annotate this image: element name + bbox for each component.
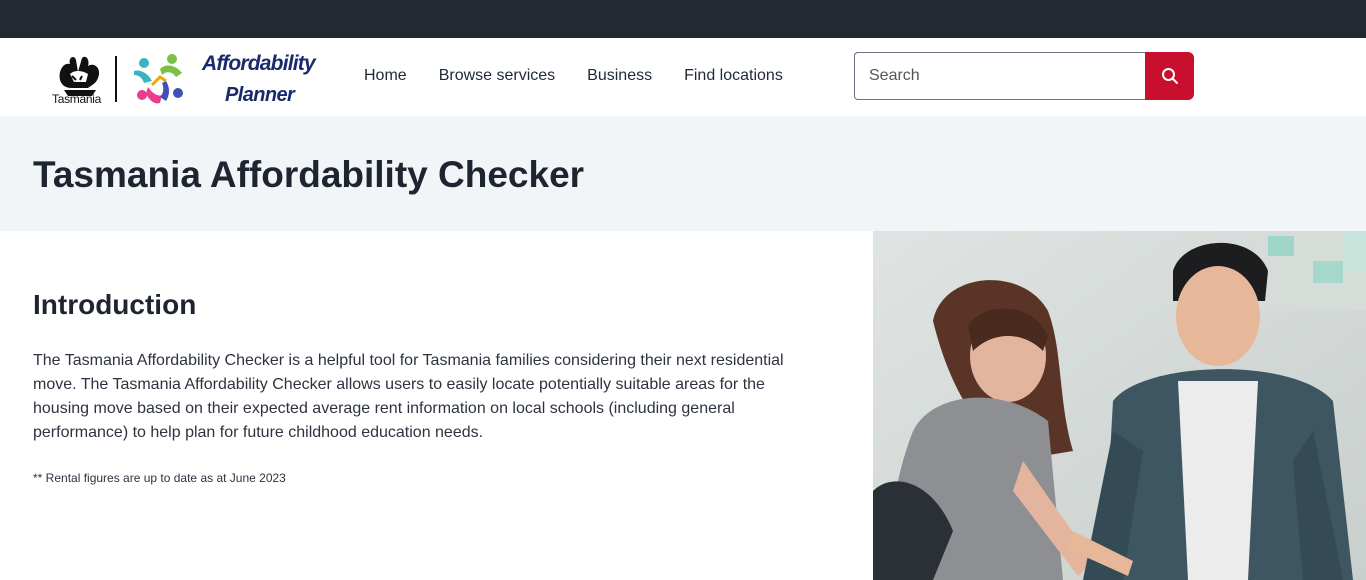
page-title: Tasmania Affordability Checker [33, 154, 585, 195]
search-form [854, 52, 1194, 100]
nav-browse-services[interactable]: Browse services [439, 67, 555, 85]
site-header: Tasmania Affordability Planner Home Brow… [0, 38, 1366, 116]
site-logo[interactable]: Tasmania Affordability Planner [52, 48, 316, 108]
intro-heading: Introduction [33, 289, 197, 320]
search-button[interactable] [1145, 52, 1194, 100]
page-title-band: Tasmania Affordability Checker [0, 116, 1366, 231]
nav-home[interactable]: Home [364, 67, 407, 85]
intro-paragraph: The Tasmania Affordability Checker is a … [33, 352, 784, 441]
hero-photo [873, 231, 1366, 580]
brand-line1: Affordability [202, 52, 316, 75]
people-collaborating-image [873, 231, 1366, 580]
logo-divider [115, 56, 117, 102]
affordability-planner-figures-icon [134, 54, 183, 104]
main-nav: Home Browse services Business Find locat… [364, 67, 815, 85]
nav-find-locations[interactable]: Find locations [684, 67, 783, 85]
search-input[interactable] [854, 52, 1154, 100]
brand-line2: Planner [225, 84, 295, 106]
rental-note: ** Rental figures are up to date as at J… [33, 471, 286, 485]
nav-business[interactable]: Business [587, 67, 652, 85]
search-icon [1161, 68, 1178, 84]
top-bar [0, 0, 1366, 38]
tasmania-wordmark: Tasmania [52, 92, 101, 106]
